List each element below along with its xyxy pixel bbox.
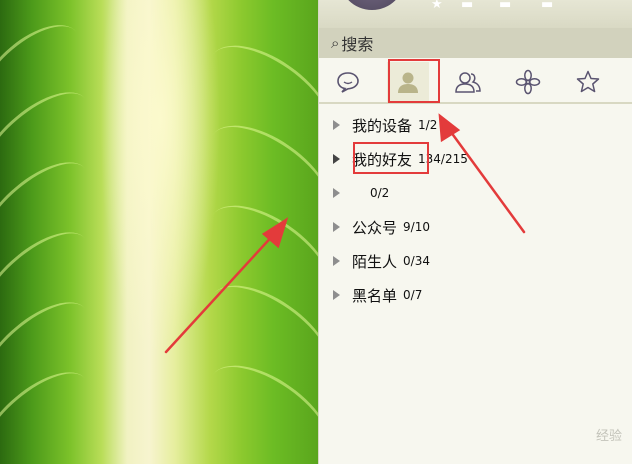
tab-favorites[interactable] bbox=[567, 62, 609, 102]
group-row-strangers[interactable]: 陌生人 0/34 bbox=[319, 244, 632, 278]
flower-icon bbox=[515, 69, 541, 95]
group-name: 黑名单 bbox=[352, 286, 398, 305]
group-name: 陌生人 bbox=[352, 252, 398, 271]
group-name: 我的好友 bbox=[352, 150, 413, 169]
group-count: 9/10 bbox=[403, 220, 430, 234]
wallet-icon[interactable]: ▬ bbox=[541, 0, 553, 11]
star-icon bbox=[576, 70, 600, 93]
expand-arrow-icon[interactable] bbox=[333, 290, 340, 300]
search-icon: ⌕ bbox=[331, 34, 340, 52]
tab-contacts[interactable] bbox=[387, 62, 429, 102]
status-icon[interactable]: ★ bbox=[431, 0, 443, 11]
expand-arrow-icon[interactable] bbox=[333, 256, 340, 266]
group-row-blacklist[interactable]: 黑名单 0/7 bbox=[319, 278, 632, 312]
qq-main-panel: ★ ▬ ▬ ▬ ⌕ 搜索 我的设备 1/2 我的好友 134/215 0/2 公… bbox=[318, 0, 632, 464]
tab-messages[interactable] bbox=[327, 62, 369, 102]
group-row-friends[interactable]: 我的好友 134/215 bbox=[319, 142, 632, 176]
group-row-devices[interactable]: 我的设备 1/2 bbox=[319, 108, 632, 142]
desktop-wallpaper bbox=[0, 0, 318, 464]
group-row-unnamed[interactable]: 0/2 bbox=[319, 176, 632, 210]
tab-groups[interactable] bbox=[447, 62, 489, 102]
group-name: 我的设备 bbox=[352, 116, 413, 135]
space-icon[interactable]: ▬ bbox=[499, 0, 511, 11]
group-count: 1/2 bbox=[418, 118, 438, 132]
group-count: 134/215 bbox=[418, 152, 468, 166]
main-tabs bbox=[319, 58, 632, 104]
mail-icon[interactable]: ▬ bbox=[461, 0, 473, 11]
expand-arrow-icon[interactable] bbox=[333, 188, 340, 198]
group-count: 0/34 bbox=[403, 254, 430, 268]
search-bar[interactable]: ⌕ 搜索 bbox=[319, 28, 632, 58]
group-row-official-accounts[interactable]: 公众号 9/10 bbox=[319, 210, 632, 244]
chat-bubble-icon bbox=[337, 72, 359, 93]
group-count: 0/2 bbox=[370, 186, 390, 200]
group-count: 0/7 bbox=[403, 288, 423, 302]
expand-arrow-icon[interactable] bbox=[333, 222, 340, 232]
watermark: 经验 bbox=[595, 429, 622, 444]
group-name: 公众号 bbox=[352, 218, 398, 237]
people-icon bbox=[455, 72, 481, 93]
panel-header: ★ ▬ ▬ ▬ bbox=[319, 0, 632, 28]
search-input[interactable]: 搜索 bbox=[341, 31, 373, 55]
avatar[interactable] bbox=[339, 0, 405, 10]
tab-apps[interactable] bbox=[507, 62, 549, 102]
expand-arrow-icon[interactable] bbox=[333, 154, 340, 164]
person-icon bbox=[398, 72, 418, 93]
expand-arrow-icon[interactable] bbox=[333, 120, 340, 130]
